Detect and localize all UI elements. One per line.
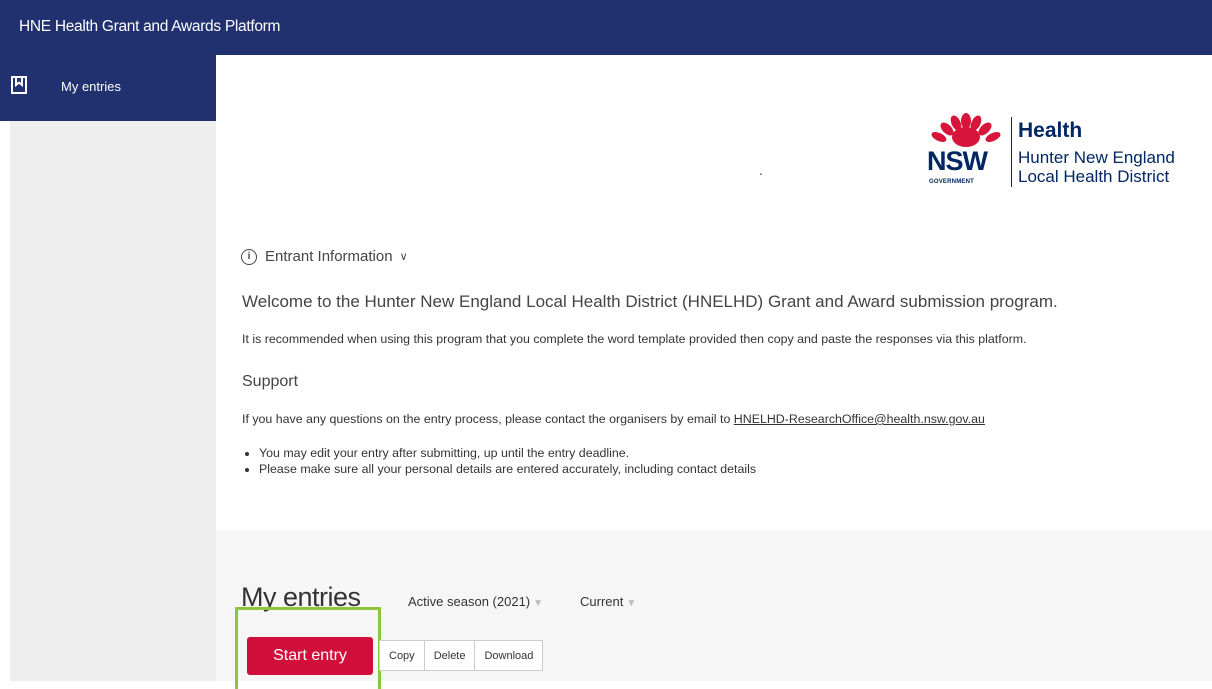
stray-dot: . xyxy=(759,164,763,178)
entrant-information-toggle[interactable]: i Entrant Information ∨ xyxy=(241,248,408,265)
sidebar-item-my-entries[interactable]: My entries xyxy=(0,55,216,121)
support-text: If you have any questions on the entry p… xyxy=(242,412,985,426)
support-message: If you have any questions on the entry p… xyxy=(242,412,731,426)
start-entry-button[interactable]: Start entry xyxy=(247,637,373,675)
app-title: HNE Health Grant and Awards Platform xyxy=(19,18,281,35)
logo-government: GOVERNMENT xyxy=(929,179,975,185)
recommend-text: It is recommended when using this progra… xyxy=(242,332,1027,346)
logo-line-1: Hunter New England xyxy=(1018,148,1175,167)
caret-down-icon: ▼ xyxy=(626,598,637,609)
status-filter-value: Current xyxy=(580,594,624,609)
sidebar xyxy=(10,55,216,681)
delete-button[interactable]: Delete xyxy=(423,640,476,671)
support-heading: Support xyxy=(242,373,299,390)
bookmark-icon xyxy=(11,76,27,94)
status-filter-dropdown[interactable]: Current ▼ xyxy=(580,594,636,609)
info-icon: i xyxy=(241,248,257,265)
season-filter-value: Active season (2021) xyxy=(408,594,531,609)
nsw-health-logo: NSW GOVERNMENT Health Hunter New England… xyxy=(927,113,1207,191)
logo-nsw: NSW xyxy=(927,146,988,176)
waratah-icon xyxy=(931,113,1001,147)
top-bar: HNE Health Grant and Awards Platform xyxy=(0,0,1212,55)
entry-actions: Copy Delete Download xyxy=(379,640,544,671)
season-filter-dropdown[interactable]: Active season (2021) ▼ xyxy=(408,594,543,609)
chevron-down-icon: ∨ xyxy=(399,251,408,263)
caret-down-icon: ▼ xyxy=(533,598,544,609)
support-bullets: You may edit your entry after submitting… xyxy=(242,446,756,478)
list-item: You may edit your entry after submitting… xyxy=(259,446,756,460)
sidebar-item-label: My entries xyxy=(61,79,121,94)
logo-divider xyxy=(1011,117,1012,187)
left-strip xyxy=(0,55,10,681)
logo-health: Health xyxy=(1018,119,1083,142)
list-item: Please make sure all your personal detai… xyxy=(259,462,756,476)
copy-button[interactable]: Copy xyxy=(379,640,425,671)
download-button[interactable]: Download xyxy=(474,640,544,671)
entrant-information-label: Entrant Information xyxy=(265,248,393,265)
logo-line-2: Local Health District xyxy=(1018,167,1170,186)
support-email-link[interactable]: HNELHD-ResearchOffice@health.nsw.gov.au xyxy=(734,412,985,426)
welcome-text: Welcome to the Hunter New England Local … xyxy=(242,292,1058,311)
